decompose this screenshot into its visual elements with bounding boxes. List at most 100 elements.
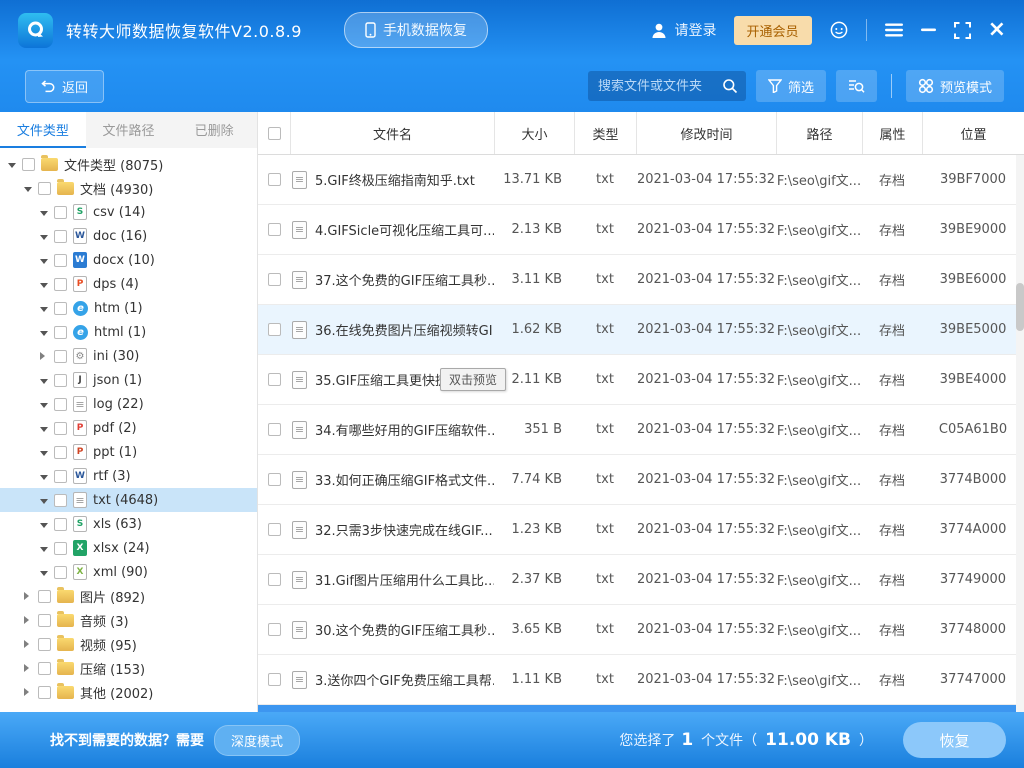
expand-arrow-icon[interactable] [40,517,50,532]
tree-checkbox[interactable] [54,542,67,555]
table-row[interactable]: 31.Gif图片压缩用什么工具比... 2.37 KB txt 2021-03-… [258,555,1024,605]
expand-arrow-icon[interactable] [40,205,50,220]
collapse-arrow-icon[interactable] [24,661,34,676]
tree-checkbox[interactable] [54,278,67,291]
tree-item-json[interactable]: json (1) [0,368,257,392]
table-row[interactable]: 32.只需3步快速完成在线GIF... 1.23 KB txt 2021-03-… [258,505,1024,555]
tree-checkbox[interactable] [54,326,67,339]
search-box[interactable] [588,71,746,101]
tab-deleted[interactable]: 已删除 [171,112,257,148]
minimize-button[interactable] [921,28,937,32]
support-icon[interactable] [829,20,849,40]
row-checkbox[interactable] [268,373,281,386]
search-icon[interactable] [722,78,738,94]
tree-item-htm[interactable]: htm (1) [0,296,257,320]
vertical-scrollbar[interactable] [1016,155,1024,712]
tree-checkbox[interactable] [54,254,67,267]
tree-item-other[interactable]: 其他 (2002) [0,680,257,704]
tree-item-video[interactable]: 视频 (95) [0,632,257,656]
tree-item-audio[interactable]: 音频 (3) [0,608,257,632]
row-checkbox[interactable] [268,523,281,536]
table-row[interactable]: 37.这个免费的GIF压缩工具秒... 3.11 KB txt 2021-03-… [258,255,1024,305]
expand-arrow-icon[interactable] [40,421,50,436]
phone-recovery-button[interactable]: 手机数据恢复 [344,12,488,48]
tree-item-pdf[interactable]: pdf (2) [0,416,257,440]
collapse-arrow-icon[interactable] [40,349,50,364]
row-checkbox[interactable] [268,323,281,336]
expand-arrow-icon[interactable] [40,301,50,316]
tab-file-path[interactable]: 文件路径 [86,112,172,148]
recover-button[interactable]: 恢复 [903,722,1006,758]
back-button[interactable]: 返回 [25,70,104,103]
row-checkbox[interactable] [268,473,281,486]
tree-item-xls[interactable]: xls (63) [0,512,257,536]
tree-checkbox[interactable] [54,566,67,579]
tree-checkbox[interactable] [54,422,67,435]
select-all-checkbox[interactable] [268,127,281,140]
column-header-size[interactable]: 大小 [494,112,574,154]
table-row[interactable]: 36.在线免费图片压缩视频转GI... 1.62 KB txt 2021-03-… [258,305,1024,355]
tree-item-images[interactable]: 图片 (892) [0,584,257,608]
expand-arrow-icon[interactable] [8,157,18,172]
tree-item-log[interactable]: log (22) [0,392,257,416]
collapse-arrow-icon[interactable] [24,613,34,628]
expand-arrow-icon[interactable] [40,445,50,460]
tree-item-docx[interactable]: docx (10) [0,248,257,272]
column-header-attr[interactable]: 属性 [862,112,922,154]
collapse-arrow-icon[interactable] [24,589,34,604]
column-header-type[interactable]: 类型 [574,112,636,154]
login-button[interactable]: 请登录 [650,20,717,40]
tree-item-dps[interactable]: dps (4) [0,272,257,296]
collapse-arrow-icon[interactable] [24,685,34,700]
tree-checkbox[interactable] [54,518,67,531]
tree-item-csv[interactable]: csv (14) [0,200,257,224]
tree-checkbox[interactable] [54,374,67,387]
tree-checkbox[interactable] [38,662,51,675]
tree-checkbox[interactable] [54,302,67,315]
deep-mode-button[interactable]: 深度模式 [214,725,300,756]
tree-checkbox[interactable] [38,614,51,627]
tree-checkbox[interactable] [22,158,35,171]
row-checkbox[interactable] [268,573,281,586]
column-header-location[interactable]: 位置 [922,112,1024,154]
tree-checkbox[interactable] [54,230,67,243]
preview-mode-button[interactable]: 预览模式 [906,70,1004,102]
tree-checkbox[interactable] [38,590,51,603]
row-checkbox[interactable] [268,623,281,636]
search-input[interactable] [598,79,722,94]
table-row[interactable]: 34.有哪些好用的GIF压缩软件... 351 B txt 2021-03-04… [258,405,1024,455]
tree-checkbox[interactable] [54,206,67,219]
expand-arrow-icon[interactable] [24,181,34,196]
tree-item-archive[interactable]: 压缩 (153) [0,656,257,680]
row-checkbox[interactable] [268,173,281,186]
tree-checkbox[interactable] [54,446,67,459]
table-row[interactable]: 35.GIF压缩工具更快捷 2.11 KB txt 2021-03-04 17:… [258,355,1024,405]
maximize-button[interactable] [954,22,971,39]
tree-item-xlsx[interactable]: xlsx (24) [0,536,257,560]
tree-item-docs[interactable]: 文档 (4930) [0,176,257,200]
row-checkbox[interactable] [268,273,281,286]
table-row[interactable]: 30.这个免费的GIF压缩工具秒... 3.65 KB txt 2021-03-… [258,605,1024,655]
expand-arrow-icon[interactable] [40,541,50,556]
tree-item-html[interactable]: html (1) [0,320,257,344]
column-header-path[interactable]: 路径 [776,112,862,154]
expand-arrow-icon[interactable] [40,397,50,412]
expand-arrow-icon[interactable] [40,277,50,292]
tree-checkbox[interactable] [38,638,51,651]
row-checkbox[interactable] [268,423,281,436]
vip-button[interactable]: 开通会员 [734,16,812,45]
row-checkbox[interactable] [268,673,281,686]
tree-item-ppt[interactable]: ppt (1) [0,440,257,464]
tab-file-type[interactable]: 文件类型 [0,112,86,148]
expand-arrow-icon[interactable] [40,565,50,580]
filter-button[interactable]: 筛选 [756,70,826,102]
tree-item-xml[interactable]: xml (90) [0,560,257,584]
tree-item-rtf[interactable]: rtf (3) [0,464,257,488]
selected-row-partial[interactable] [258,705,1024,712]
tree-checkbox[interactable] [54,350,67,363]
row-checkbox[interactable] [268,223,281,236]
table-row[interactable]: 33.如何正确压缩GIF格式文件... 7.74 KB txt 2021-03-… [258,455,1024,505]
tree-checkbox[interactable] [38,686,51,699]
column-header-modified[interactable]: 修改时间 [636,112,776,154]
table-row[interactable]: 4.GIFSicle可视化压缩工具可... 2.13 KB txt 2021-0… [258,205,1024,255]
